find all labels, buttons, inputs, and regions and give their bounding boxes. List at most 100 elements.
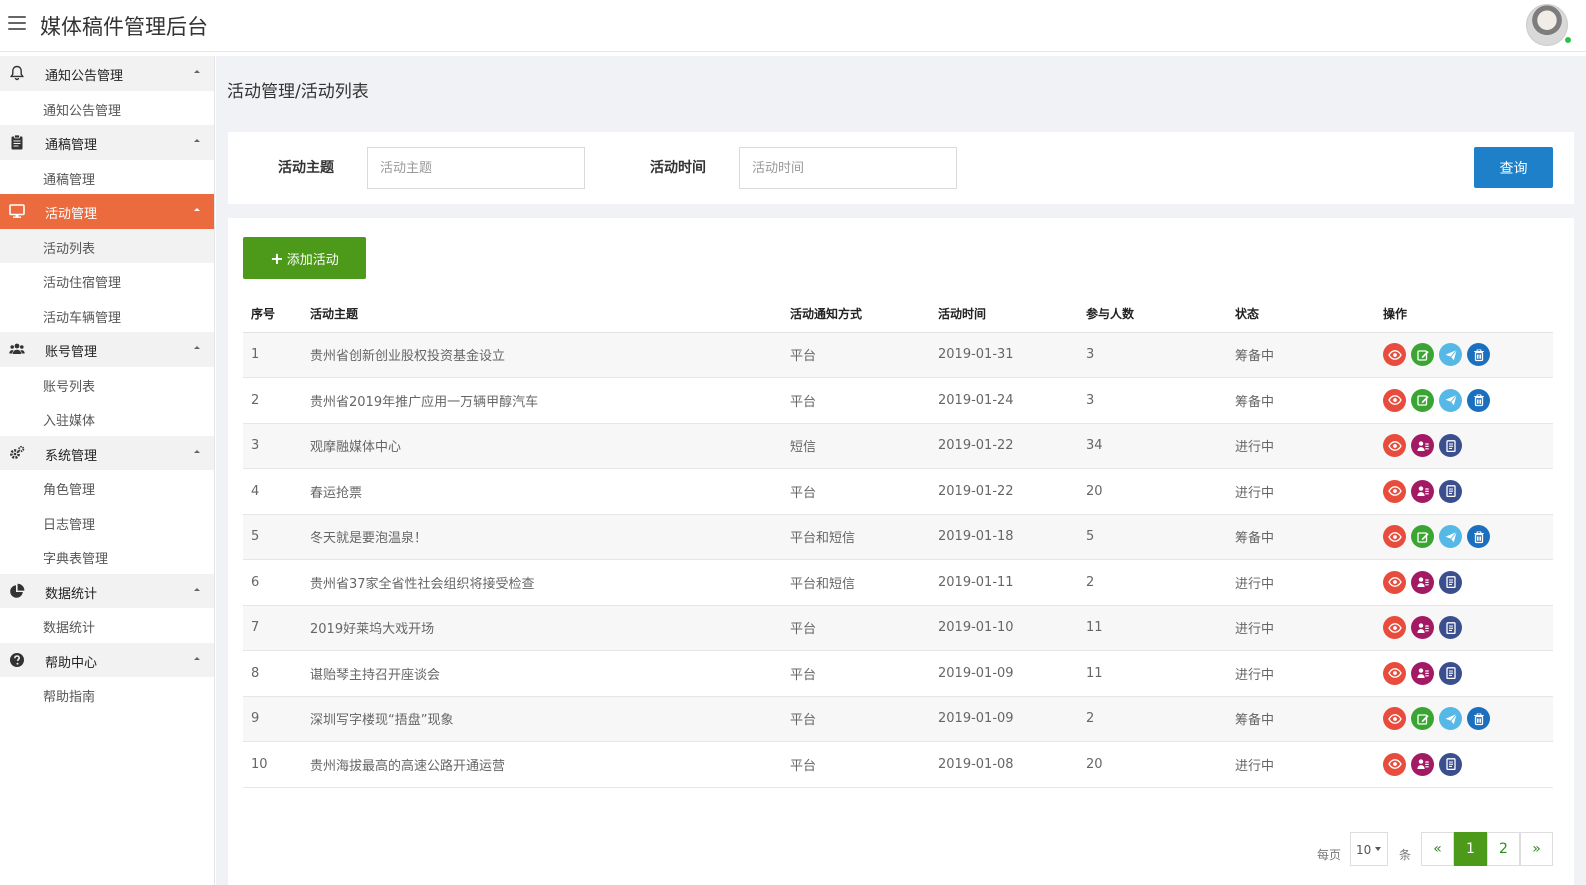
view-icon[interactable]: [1383, 343, 1406, 367]
edit-icon[interactable]: [1411, 343, 1434, 367]
time-input[interactable]: [739, 147, 957, 189]
sidebar-item-media-join[interactable]: 入驻媒体: [0, 401, 214, 436]
cell-topic[interactable]: 谌贻琴主持召开座谈会: [302, 650, 782, 697]
cell-topic[interactable]: 春运抢票: [302, 468, 782, 515]
document-icon[interactable]: [1439, 570, 1462, 594]
cell-participants: 3: [1078, 332, 1227, 378]
sidebar-item-label: 字典表管理: [43, 552, 109, 567]
sidebar-item-account-list[interactable]: 账号列表: [0, 366, 214, 401]
user-list-icon[interactable]: [1411, 661, 1434, 685]
sidebar-group-statistics[interactable]: 数据统计: [0, 573, 214, 608]
cell-status: 筹备中: [1227, 377, 1375, 424]
sidebar-item-help-guide[interactable]: 帮助指南: [0, 677, 214, 712]
trash-icon[interactable]: [1467, 525, 1490, 549]
sidebar-item-role-manage[interactable]: 角色管理: [0, 470, 214, 505]
view-icon[interactable]: [1383, 616, 1406, 640]
cell-topic[interactable]: 贵州省创新创业股权投资基金设立: [302, 332, 782, 378]
cell-notify-method: 平台: [782, 650, 930, 697]
page-next-button[interactable]: »: [1520, 832, 1553, 866]
cell-topic[interactable]: 贵州省37家全省性社会组织将接受检查: [302, 559, 782, 606]
topic-label: 活动主题: [278, 160, 334, 176]
sidebar-item-press-manage[interactable]: 通稿管理: [0, 159, 214, 194]
view-icon[interactable]: [1383, 752, 1406, 776]
sidebar-item-log-manage[interactable]: 日志管理: [0, 504, 214, 539]
sidebar-item-label: 通稿管理: [43, 172, 96, 188]
view-icon[interactable]: [1383, 707, 1406, 731]
document-icon[interactable]: [1439, 479, 1462, 503]
user-list-icon[interactable]: [1411, 434, 1434, 458]
sidebar-item-dictionary-manage[interactable]: 字典表管理: [0, 539, 214, 574]
view-icon[interactable]: [1383, 434, 1406, 458]
edit-icon[interactable]: [1411, 388, 1434, 412]
sidebar-group-label: 帮助中心: [45, 655, 98, 671]
sidebar-group-label: 系统管理: [45, 448, 98, 464]
user-avatar[interactable]: [1526, 4, 1568, 46]
user-list-icon[interactable]: [1411, 479, 1434, 503]
sidebar-item-activity-lodging[interactable]: 活动住宿管理: [0, 263, 214, 298]
per-page-unit: 条: [1399, 848, 1412, 862]
table-row: 3 观摩融媒体中心 短信 2019-01-22 34 进行中: [243, 423, 1553, 469]
view-icon[interactable]: [1383, 479, 1406, 503]
view-icon[interactable]: [1383, 661, 1406, 685]
cell-topic[interactable]: 冬天就是要泡温泉！: [302, 514, 782, 560]
edit-icon[interactable]: [1411, 525, 1434, 549]
cell-notify-method: 平台和短信: [782, 514, 930, 560]
menu-toggle-icon[interactable]: [8, 16, 26, 32]
cell-time: 2019-01-24: [930, 377, 1078, 424]
page-button-1[interactable]: 1: [1454, 832, 1487, 866]
send-icon[interactable]: [1439, 525, 1462, 549]
gears-icon: [10, 445, 25, 459]
view-icon[interactable]: [1383, 388, 1406, 412]
page-button-2[interactable]: 2: [1487, 832, 1520, 866]
sidebar-group-account[interactable]: 账号管理: [0, 332, 214, 367]
edit-icon[interactable]: [1411, 707, 1434, 731]
cell-time: 2019-01-31: [930, 332, 1078, 378]
send-icon[interactable]: [1439, 388, 1462, 412]
send-icon[interactable]: [1439, 707, 1462, 731]
cell-notify-method: 平台: [782, 332, 930, 378]
query-button[interactable]: 查询: [1474, 147, 1553, 188]
sidebar-item-activity-vehicle[interactable]: 活动车辆管理: [0, 297, 214, 332]
question-icon: [10, 652, 24, 667]
add-activity-button[interactable]: + 添加活动: [243, 237, 366, 279]
document-icon[interactable]: [1439, 434, 1462, 458]
cell-topic[interactable]: 贵州海拔最高的高速公路开通运营: [302, 741, 782, 788]
topic-input[interactable]: [367, 147, 585, 189]
sidebar-group-press[interactable]: 通稿管理: [0, 125, 214, 160]
bell-icon: [9, 65, 25, 81]
sidebar-group-notice[interactable]: 通知公告管理: [0, 56, 214, 91]
document-icon[interactable]: [1439, 752, 1462, 776]
sidebar-group-label: 活动管理: [45, 207, 98, 222]
sidebar-group-system[interactable]: 系统管理: [0, 435, 214, 470]
sidebar-item-statistics[interactable]: 数据统计: [0, 608, 214, 643]
trash-icon[interactable]: [1467, 707, 1490, 731]
table-header-row: 序号 活动主题 活动通知方式 活动时间 参与人数 状态 操作: [243, 295, 1553, 333]
cell-topic[interactable]: 观摩融媒体中心: [302, 423, 782, 469]
user-list-icon[interactable]: [1411, 752, 1434, 776]
cell-topic[interactable]: 深圳写字楼现“捂盘”现象: [302, 696, 782, 742]
send-icon[interactable]: [1439, 343, 1462, 367]
document-icon[interactable]: [1439, 661, 1462, 685]
view-icon[interactable]: [1383, 570, 1406, 594]
view-icon[interactable]: [1383, 525, 1406, 549]
cell-notify-method: 平台: [782, 696, 930, 742]
cell-topic[interactable]: 2019好莱坞大戏开场: [302, 605, 782, 651]
user-list-icon[interactable]: [1411, 616, 1434, 640]
caret-up-icon: [194, 208, 200, 211]
trash-icon[interactable]: [1467, 343, 1490, 367]
page-prev-button[interactable]: «: [1421, 832, 1454, 866]
trash-icon[interactable]: [1467, 388, 1490, 412]
sidebar-item-activity-list[interactable]: 活动列表: [0, 228, 214, 263]
user-list-icon[interactable]: [1411, 570, 1434, 594]
cell-participants: 11: [1078, 650, 1227, 697]
sidebar-item-notice-manage[interactable]: 通知公告管理: [0, 90, 214, 125]
clipboard-icon: [11, 134, 23, 150]
cell-notify-method: 平台: [782, 605, 930, 651]
document-icon[interactable]: [1439, 616, 1462, 640]
top-header: 媒体稿件管理后台: [0, 0, 1586, 52]
sidebar-group-help[interactable]: 帮助中心: [0, 642, 214, 677]
per-page-select[interactable]: 10: [1350, 832, 1388, 866]
caret-up-icon: [194, 70, 200, 73]
sidebar-group-activity[interactable]: 活动管理: [0, 194, 214, 229]
cell-topic[interactable]: 贵州省2019年推广应用一万辆甲醇汽车: [302, 377, 782, 424]
